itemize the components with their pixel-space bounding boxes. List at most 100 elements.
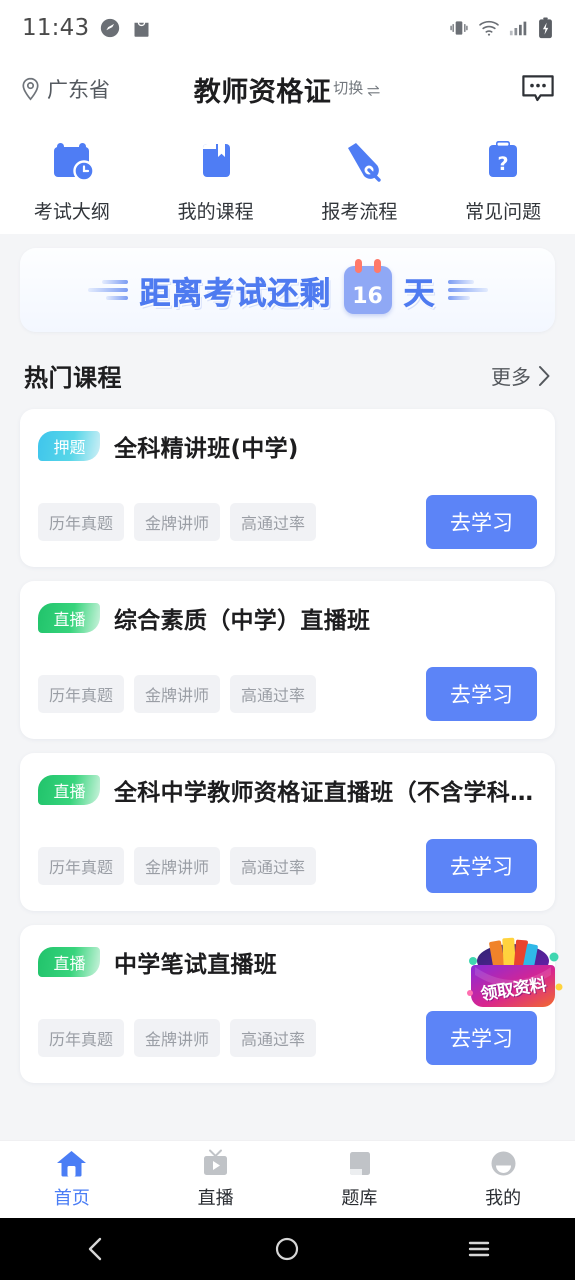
- course-tag: 金牌讲师: [134, 847, 221, 885]
- course-tag: 金牌讲师: [134, 675, 221, 713]
- course-tag: 金牌讲师: [134, 1019, 221, 1057]
- course-tags: 历年真题 金牌讲师 高通过率: [38, 503, 317, 541]
- course-tag: 高通过率: [230, 503, 317, 541]
- course-title: 全科中学教师资格证直播班（不含学科…: [114, 780, 534, 806]
- clipboard-question-icon: ?: [477, 134, 529, 186]
- switch-exam-button[interactable]: 切换: [333, 77, 381, 101]
- course-card-bottom: 历年真题 金牌讲师 高通过率 去学习: [38, 495, 537, 549]
- quick-nav-item-my-courses[interactable]: 我的课程: [144, 134, 288, 224]
- pen-nib-icon: [333, 134, 385, 186]
- go-study-button[interactable]: 去学习: [426, 495, 537, 549]
- tab-label: 题库: [341, 1188, 378, 1209]
- course-card-top: 押题 全科精讲班(中学): [38, 429, 537, 463]
- quick-nav-item-apply-process[interactable]: 报考流程: [288, 134, 432, 224]
- course-tag: 历年真题: [38, 503, 125, 541]
- course-tag: 高通过率: [230, 675, 317, 713]
- course-card-bottom: 历年真题 金牌讲师 高通过率 去学习: [38, 839, 537, 893]
- more-courses-button[interactable]: 更多: [491, 361, 551, 390]
- more-label: 更多: [491, 365, 531, 389]
- bag-icon: [131, 17, 152, 39]
- tab-live[interactable]: 直播: [144, 1149, 288, 1210]
- countdown-days-badge: 16: [343, 259, 392, 314]
- tv-icon: [199, 1149, 232, 1178]
- course-badge: 押题: [38, 431, 100, 461]
- app-header: 广东省 教师资格证 切换: [0, 56, 575, 122]
- tab-home[interactable]: 首页: [0, 1149, 144, 1210]
- hot-courses-header: 热门课程 更多: [0, 332, 575, 409]
- countdown-banner-wrap: 距离考试还剩 16 天: [0, 234, 575, 332]
- course-card[interactable]: 直播 综合素质（中学）直播班 历年真题 金牌讲师 高通过率 去学习: [20, 581, 555, 739]
- course-card-top: 直播 全科中学教师资格证直播班（不含学科…: [38, 773, 537, 807]
- book-bookmark-icon: [190, 134, 242, 186]
- vibrate-icon: [449, 19, 469, 37]
- tab-label: 我的: [485, 1188, 522, 1209]
- banner-dash-right-icon: [447, 280, 488, 300]
- status-time: 11:43: [22, 15, 90, 41]
- android-system-nav: [0, 1218, 575, 1280]
- tab-profile[interactable]: 我的: [431, 1149, 575, 1210]
- countdown-banner[interactable]: 距离考试还剩 16 天: [20, 248, 555, 332]
- countdown-days: 16: [352, 284, 383, 309]
- location-label: 广东省: [47, 78, 110, 102]
- course-card-top: 直播 综合素质（中学）直播班: [38, 601, 537, 635]
- home-circle-icon[interactable]: [247, 1236, 327, 1262]
- message-icon: [521, 74, 555, 104]
- location-selector[interactable]: 广东省: [20, 74, 110, 104]
- course-badge: 直播: [38, 603, 100, 633]
- course-tag: 历年真题: [38, 675, 125, 713]
- course-badge: 直播: [38, 947, 100, 977]
- quick-nav-item-exam-outline[interactable]: 考试大纲: [0, 134, 144, 224]
- message-button[interactable]: [521, 74, 555, 104]
- tab-label: 首页: [53, 1188, 90, 1209]
- section-title: 热门课程: [24, 364, 122, 392]
- battery-charging-icon: [538, 17, 553, 39]
- quick-nav-label: 我的课程: [177, 201, 254, 223]
- course-tag: 高通过率: [230, 847, 317, 885]
- book-icon: [343, 1149, 376, 1178]
- course-card[interactable]: 直播 全科中学教师资格证直播班（不含学科… 历年真题 金牌讲师 高通过率 去学习: [20, 753, 555, 911]
- quick-nav-label: 常见问题: [465, 201, 542, 223]
- quick-nav: 考试大纲 我的课程 报考流程 ? 常见问题: [0, 122, 575, 234]
- app-screen: 11:43 广东省 教师资格证 切换 考试大纲 我的课程 报考流程 ? 常见问题…: [0, 0, 575, 1280]
- calendar-clock-icon: [46, 134, 98, 186]
- course-title: 全科精讲班(中学): [114, 436, 299, 462]
- go-study-button[interactable]: 去学习: [426, 839, 537, 893]
- wifi-icon: [478, 19, 500, 37]
- signal-icon: [509, 19, 529, 37]
- course-tags: 历年真题 金牌讲师 高通过率: [38, 847, 317, 885]
- location-pin-icon: [20, 77, 41, 101]
- course-badge: 直播: [38, 775, 100, 805]
- speedometer-icon: [99, 17, 121, 39]
- banner-dash-left-icon: [87, 280, 128, 300]
- course-tag: 高通过率: [230, 1019, 317, 1057]
- quick-nav-item-faq[interactable]: ? 常见问题: [431, 134, 575, 224]
- course-tag: 金牌讲师: [134, 503, 221, 541]
- status-bar-left: 11:43: [22, 15, 152, 41]
- switch-label: 切换: [333, 79, 364, 97]
- countdown-prefix: 距离考试还剩: [139, 275, 332, 312]
- home-icon: [55, 1149, 88, 1178]
- course-tag: 历年真题: [38, 847, 125, 885]
- course-tag: 历年真题: [38, 1019, 125, 1057]
- person-icon: [487, 1149, 520, 1178]
- go-study-button[interactable]: 去学习: [426, 667, 537, 721]
- course-card-bottom: 历年真题 金牌讲师 高通过率 去学习: [38, 667, 537, 721]
- status-bar-right: [449, 17, 553, 39]
- status-bar: 11:43: [0, 0, 575, 56]
- recents-icon[interactable]: [439, 1236, 519, 1262]
- course-title: 中学笔试直播班: [114, 952, 278, 978]
- quick-nav-label: 考试大纲: [33, 201, 110, 223]
- back-icon[interactable]: [56, 1236, 136, 1262]
- claim-materials-sticker[interactable]: 领取资料: [461, 935, 565, 1031]
- swap-arrows-icon: [366, 83, 381, 98]
- course-title: 综合素质（中学）直播班: [114, 608, 371, 634]
- course-tags: 历年真题 金牌讲师 高通过率: [38, 1019, 317, 1057]
- tab-label: 直播: [197, 1188, 234, 1209]
- page-title: 教师资格证: [193, 76, 332, 108]
- chevron-right-icon: [538, 365, 551, 387]
- countdown-suffix: 天: [403, 275, 436, 312]
- bottom-tab-bar: 首页 直播 题库 我的: [0, 1140, 575, 1218]
- tab-question-bank[interactable]: 题库: [288, 1149, 432, 1210]
- course-card[interactable]: 押题 全科精讲班(中学) 历年真题 金牌讲师 高通过率 去学习: [20, 409, 555, 567]
- svg-text:?: ?: [498, 153, 509, 175]
